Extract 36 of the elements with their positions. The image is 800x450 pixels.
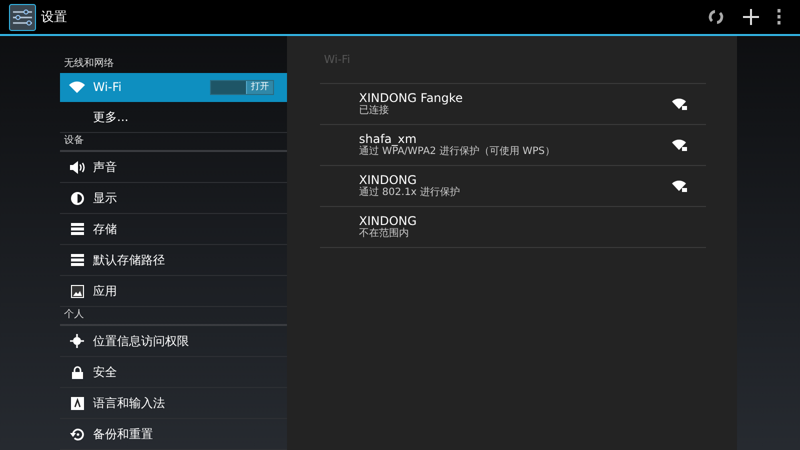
menu-item[interactable]: 位置信息访问权限 xyxy=(60,326,287,357)
network-name[interactable]: XINDONG xyxy=(359,214,687,228)
toggle-switch[interactable]: 打开 xyxy=(246,80,273,94)
storage-icon xyxy=(70,223,84,235)
wifi-icon xyxy=(69,81,85,93)
menu-item[interactable]: 默认存储路径 xyxy=(60,245,287,276)
app-title: 设置 xyxy=(41,9,68,26)
location-icon xyxy=(70,334,84,348)
menu-item[interactable]: 存储 xyxy=(60,214,287,245)
menu-icon[interactable] xyxy=(777,9,781,25)
add-icon[interactable] xyxy=(743,9,759,25)
settings-icon[interactable] xyxy=(9,4,36,30)
lock-icon xyxy=(72,366,82,378)
network-name[interactable]: XINDONG xyxy=(359,173,672,187)
network-name[interactable]: shafa_xm xyxy=(359,132,672,146)
menu-item[interactable]: 声音 xyxy=(60,152,287,183)
network-status: 通过 WPA/WPA2 进行保护（可使用 WPS） xyxy=(359,146,556,158)
network-status: 不在范围内 xyxy=(359,228,410,240)
section-header: 个人 xyxy=(60,307,287,326)
menu-item[interactable]: 安全 xyxy=(60,357,287,388)
restore-icon xyxy=(70,428,84,440)
menu-item[interactable]: 语言和输入法 xyxy=(60,388,287,419)
brightness-icon xyxy=(70,192,84,204)
menu-item[interactable]: 显示 xyxy=(60,183,287,214)
network-status: 通过 802.1x 进行保护 xyxy=(359,187,461,199)
image-icon xyxy=(70,284,84,298)
refresh-icon[interactable] xyxy=(707,8,725,26)
storage-icon xyxy=(70,254,84,266)
menu-item[interactable]: 应用 xyxy=(60,276,287,307)
menu-item[interactable]: Wi-Fi 打开 xyxy=(60,73,287,102)
speaker-icon xyxy=(70,160,84,174)
section-header: 设备 xyxy=(60,133,287,152)
network-status: 已连接 xyxy=(359,105,390,117)
section-header: 无线和网络 xyxy=(63,56,115,71)
network-name[interactable]: XINDONG Fangke xyxy=(359,91,672,105)
menu-item[interactable]: 备份和重置 xyxy=(60,419,287,450)
